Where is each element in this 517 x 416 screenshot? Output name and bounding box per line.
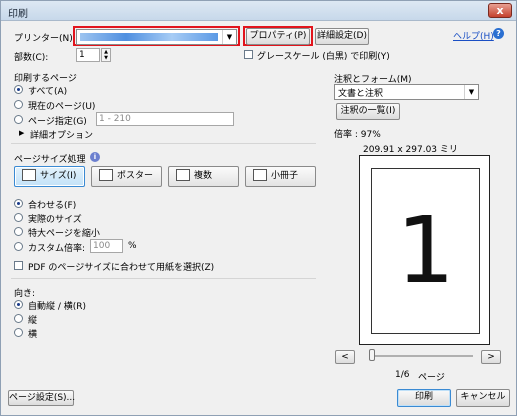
sizing-size-button[interactable]: サイズ(I) (14, 166, 85, 187)
preview-page-number: 1 (396, 197, 455, 304)
pages-range-radio[interactable] (14, 115, 23, 124)
orientation-portrait-label: 縦 (28, 316, 38, 326)
grayscale-checkbox[interactable] (244, 50, 253, 59)
advanced-button[interactable]: 詳細設定(D) (315, 28, 369, 45)
page-setup-button[interactable]: ページ設定(S)... (8, 390, 75, 406)
sizing-heading: ページサイズ処理 (14, 155, 86, 165)
booklet-icon (253, 168, 267, 181)
help-icon[interactable]: ? (493, 28, 504, 39)
actual-size-label: 実際のサイズ (28, 215, 82, 225)
grayscale-label: グレースケール (白黒) で印刷(Y) (257, 52, 390, 62)
pages-current-label: 現在のページ(U) (28, 102, 96, 112)
help-link[interactable]: ヘルプ(H) (453, 29, 494, 42)
copies-stepper[interactable]: ▲ ▼ (101, 48, 111, 62)
more-options-link[interactable]: 詳細オプション (30, 128, 93, 141)
chevron-down-icon: ▼ (222, 30, 236, 44)
chevron-down-icon: ▼ (464, 85, 478, 99)
page-status: 1/6 (395, 370, 410, 380)
pages-range-label: ページ指定(G) (28, 117, 87, 127)
comments-select[interactable]: 文書と注釈 ▼ (334, 84, 479, 100)
page-slider-track[interactable] (373, 355, 473, 357)
comments-selected-value: 文書と注釈 (338, 89, 384, 99)
orientation-auto-radio[interactable] (14, 300, 23, 309)
copies-input[interactable]: 1 (76, 48, 100, 62)
pages-current-radio[interactable] (14, 100, 23, 109)
pages-all-label: すべて(A) (28, 87, 68, 97)
fit-label: 合わせる(F) (28, 201, 77, 211)
title-bar[interactable]: 印刷 x (1, 1, 516, 21)
sizing-size-label: サイズ(I) (40, 171, 77, 181)
close-button[interactable]: x (488, 3, 512, 18)
window-title: 印刷 (8, 9, 28, 20)
sizing-booklet-label: 小冊子 (271, 171, 299, 181)
printer-select[interactable]: ▼ (76, 29, 237, 45)
custom-scale-radio[interactable] (14, 242, 23, 251)
orientation-heading: 向き: (14, 289, 36, 299)
comments-summary-button[interactable]: 注釈の一覧(I) (336, 103, 400, 120)
sizing-poster-label: ポスター (117, 171, 154, 181)
pages-heading: 印刷するページ (14, 74, 77, 84)
orientation-landscape-radio[interactable] (14, 328, 23, 337)
cancel-button[interactable]: キャンセル (456, 389, 510, 407)
custom-scale-input[interactable]: 100 (90, 239, 123, 253)
sizing-poster-button[interactable]: ポスター (91, 166, 162, 187)
print-button[interactable]: 印刷 (397, 389, 451, 407)
multiple-pages-icon (176, 168, 190, 181)
print-preview: 1 (359, 155, 490, 345)
sizing-multiple-label: 複数 (194, 171, 213, 181)
poster-icon (99, 168, 113, 181)
pages-all-radio[interactable] (14, 85, 23, 94)
properties-button[interactable]: プロパティ(P) (246, 28, 310, 45)
preview-dimensions: 209.91 x 297.03 ミリ (363, 145, 458, 155)
divider (11, 278, 316, 279)
orientation-landscape-label: 横 (28, 330, 38, 340)
page-slider-thumb[interactable] (369, 349, 375, 361)
preview-page: 1 (371, 168, 480, 334)
pages-range-input[interactable]: 1 - 210 (96, 112, 234, 126)
print-dialog: 印刷 x プリンター(N): ▼ プロパティ(P) 詳細設定(D) ヘルプ(H)… (0, 0, 517, 416)
custom-scale-label: カスタム倍率: (28, 244, 86, 254)
prev-page-button[interactable]: < (335, 350, 355, 364)
orientation-portrait-radio[interactable] (14, 314, 23, 323)
pdf-paper-label: PDF のページサイズに合わせて用紙を選択(Z) (28, 263, 215, 273)
page-size-icon (22, 168, 36, 181)
orientation-auto-label: 自動縦 / 横(R) (28, 302, 87, 312)
printer-label: プリンター(N): (14, 34, 76, 44)
shrink-label: 特大ページを縮小 (28, 229, 100, 239)
printer-name-redacted (80, 33, 218, 41)
page-status-word: ページ (418, 373, 445, 383)
preview-scale: 倍率 : 97% (334, 130, 381, 140)
actual-size-radio[interactable] (14, 213, 23, 222)
divider (11, 143, 316, 144)
next-page-button[interactable]: > (481, 350, 501, 364)
shrink-radio[interactable] (14, 227, 23, 236)
pdf-paper-checkbox[interactable] (14, 261, 23, 270)
info-icon[interactable]: i (90, 152, 100, 162)
sizing-multiple-button[interactable]: 複数 (168, 166, 239, 187)
expand-triangle-icon[interactable]: ▶ (19, 129, 24, 137)
percent-label: % (128, 241, 137, 251)
sizing-booklet-button[interactable]: 小冊子 (245, 166, 316, 187)
copies-label: 部数(C): (14, 53, 49, 63)
fit-radio[interactable] (14, 199, 23, 208)
